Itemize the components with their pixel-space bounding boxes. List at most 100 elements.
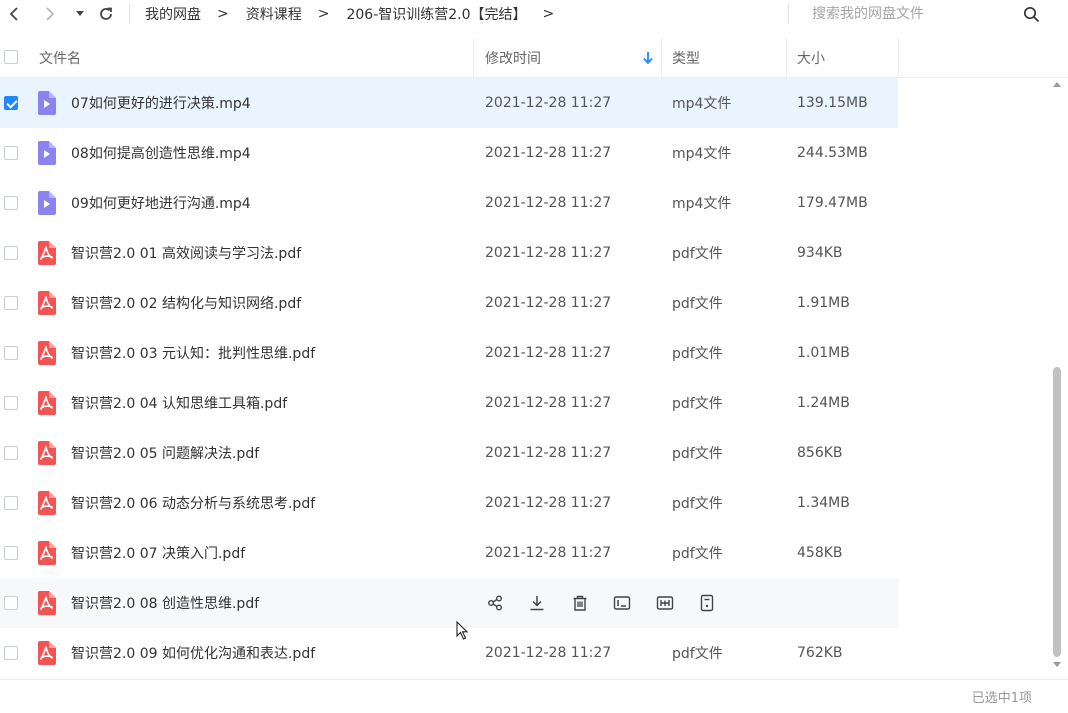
file-name[interactable]: 智识营2.0 06 动态分析与系统思考.pdf (71, 478, 315, 528)
file-name[interactable]: 08如何提高创造性思维.mp4 (71, 128, 251, 178)
chevron-right-icon (46, 7, 55, 21)
column-header-name[interactable]: 文件名 (39, 38, 81, 77)
file-modified-time: 2021-12-28 11:27 (485, 195, 612, 211)
row-checkbox[interactable] (4, 496, 18, 510)
breadcrumb: 我的网盘 > 资料课程 > 206-智识训练营2.0【完结】 > (145, 0, 571, 28)
file-row[interactable]: 智识营2.0 09 如何优化沟通和表达.pdf 2021-12-28 11:27 p… (0, 628, 898, 678)
file-modified-time: 2021-12-28 11:27 (485, 345, 612, 361)
delete-button[interactable] (570, 593, 590, 613)
file-type: pdf文件 (672, 396, 723, 412)
rename-button[interactable] (612, 593, 632, 613)
column-header-type[interactable]: 类型 (672, 38, 700, 77)
file-size: 1.91MB (797, 295, 850, 311)
file-row[interactable]: 智识营2.0 07 决策入门.pdf 2021-12-28 11:27 pdf文件 4… (0, 528, 898, 578)
pdf-file-icon (36, 491, 56, 515)
delete-icon (571, 594, 589, 612)
row-checkbox[interactable] (4, 296, 18, 310)
pdf-file-icon (36, 641, 56, 665)
file-row[interactable]: 智识营2.0 02 结构化与知识网络.pdf 2021-12-28 11:27 pd… (0, 278, 898, 328)
file-name[interactable]: 智识营2.0 03 元认知：批判性思维.pdf (71, 328, 315, 378)
file-modified-time: 2021-12-28 11:27 (485, 145, 612, 161)
scrollbar-thumb[interactable] (1053, 367, 1061, 657)
breadcrumb-item-current-folder[interactable]: 206-智识训练营2.0【完结】 (346, 4, 526, 24)
file-size: 1.01MB (797, 345, 850, 361)
select-all-checkbox[interactable] (4, 50, 18, 64)
move-icon (698, 594, 716, 612)
row-checkbox[interactable] (4, 446, 18, 460)
row-checkbox[interactable] (4, 646, 18, 660)
back-button[interactable] (3, 3, 25, 25)
row-checkbox[interactable] (4, 146, 18, 160)
rename-icon (613, 594, 631, 612)
row-checkbox[interactable] (4, 96, 18, 110)
file-modified-time: 2021-12-28 11:27 (485, 545, 612, 561)
copy-icon (656, 594, 674, 612)
file-modified-time: 2021-12-28 11:27 (485, 645, 612, 661)
file-list-header: 文件名 修改时间 类型 大小 (0, 38, 1068, 78)
forward-button[interactable] (39, 3, 61, 25)
file-type: pdf文件 (672, 646, 723, 662)
file-type: pdf文件 (672, 546, 723, 562)
file-size: 1.34MB (797, 495, 850, 511)
column-divider[interactable] (898, 38, 899, 77)
file-modified-time: 2021-12-28 11:27 (485, 395, 612, 411)
file-row[interactable]: 07如何更好的进行决策.mp4 2021-12-28 11:27 mp4文件 139.… (0, 78, 898, 128)
column-header-modified[interactable]: 修改时间 (485, 38, 541, 77)
file-type: pdf文件 (672, 246, 723, 262)
file-row[interactable]: 智识营2.0 01 高效阅读与学习法.pdf 2021-12-28 11:27 pd… (0, 228, 898, 278)
row-checkbox[interactable] (4, 596, 18, 610)
copy-button[interactable] (655, 593, 675, 613)
search-button[interactable] (1020, 3, 1042, 25)
file-name[interactable]: 智识营2.0 05 问题解决法.pdf (71, 428, 259, 478)
file-row[interactable]: 09如何更好地进行沟通.mp4 2021-12-28 11:27 mp4文件 179.… (0, 178, 898, 228)
file-row[interactable]: 08如何提高创造性思维.mp4 2021-12-28 11:27 mp4文件 244.… (0, 128, 898, 178)
file-name[interactable]: 07如何更好的进行决策.mp4 (71, 78, 251, 128)
history-dropdown-button[interactable] (69, 3, 91, 25)
file-name[interactable]: 09如何更好地进行沟通.mp4 (71, 178, 251, 228)
column-divider[interactable] (786, 38, 787, 77)
breadcrumb-separator: > (217, 6, 229, 22)
file-size: 762KB (797, 645, 843, 661)
row-checkbox[interactable] (4, 196, 18, 210)
sort-descending-icon[interactable] (642, 51, 654, 65)
file-row[interactable]: 智识营2.0 06 动态分析与系统思考.pdf 2021-12-28 11:27 p… (0, 478, 898, 528)
refresh-button[interactable] (95, 3, 117, 25)
file-modified-time: 2021-12-28 11:27 (485, 245, 612, 261)
column-divider[interactable] (473, 38, 474, 77)
search-input[interactable] (800, 3, 1022, 25)
caret-down-icon (76, 11, 84, 16)
scroll-up-arrow-icon[interactable] (1053, 82, 1061, 87)
breadcrumb-item-courses[interactable]: 资料课程 (246, 4, 302, 24)
column-divider[interactable] (661, 38, 662, 77)
file-name[interactable]: 智识营2.0 09 如何优化沟通和表达.pdf (71, 628, 315, 678)
file-row[interactable]: 智识营2.0 03 元认知：批判性思维.pdf 2021-12-28 11:27 p… (0, 328, 898, 378)
row-checkbox[interactable] (4, 546, 18, 560)
file-name[interactable]: 智识营2.0 01 高效阅读与学习法.pdf (71, 228, 301, 278)
row-checkbox[interactable] (4, 346, 18, 360)
mouse-cursor-icon (456, 621, 469, 640)
move-button[interactable] (697, 593, 717, 613)
pdf-file-icon (36, 341, 56, 365)
breadcrumb-item-root[interactable]: 我的网盘 (145, 4, 201, 24)
file-name[interactable]: 智识营2.0 07 决策入门.pdf (71, 528, 245, 578)
file-type: mp4文件 (672, 96, 732, 112)
file-name[interactable]: 智识营2.0 08 创造性思维.pdf (71, 578, 259, 628)
file-row[interactable]: 智识营2.0 08 创造性思维.pdf (0, 578, 898, 628)
footer-divider (0, 679, 1068, 680)
file-row[interactable]: 智识营2.0 05 问题解决法.pdf 2021-12-28 11:27 pdf文件… (0, 428, 898, 478)
file-type: pdf文件 (672, 446, 723, 462)
column-header-size[interactable]: 大小 (797, 38, 825, 77)
vertical-scrollbar[interactable] (1050, 80, 1064, 672)
file-name[interactable]: 智识营2.0 04 认知思维工具箱.pdf (71, 378, 287, 428)
file-type: pdf文件 (672, 346, 723, 362)
row-checkbox[interactable] (4, 246, 18, 260)
breadcrumb-separator[interactable]: > (543, 6, 555, 22)
download-button[interactable] (527, 593, 547, 613)
row-checkbox[interactable] (4, 396, 18, 410)
pdf-file-icon (36, 441, 56, 465)
scroll-down-arrow-icon[interactable] (1053, 662, 1061, 667)
file-name[interactable]: 智识营2.0 02 结构化与知识网络.pdf (71, 278, 301, 328)
file-size: 244.53MB (797, 145, 868, 161)
file-row[interactable]: 智识营2.0 04 认知思维工具箱.pdf 2021-12-28 11:27 pdf… (0, 378, 898, 428)
share-button[interactable] (485, 593, 505, 613)
